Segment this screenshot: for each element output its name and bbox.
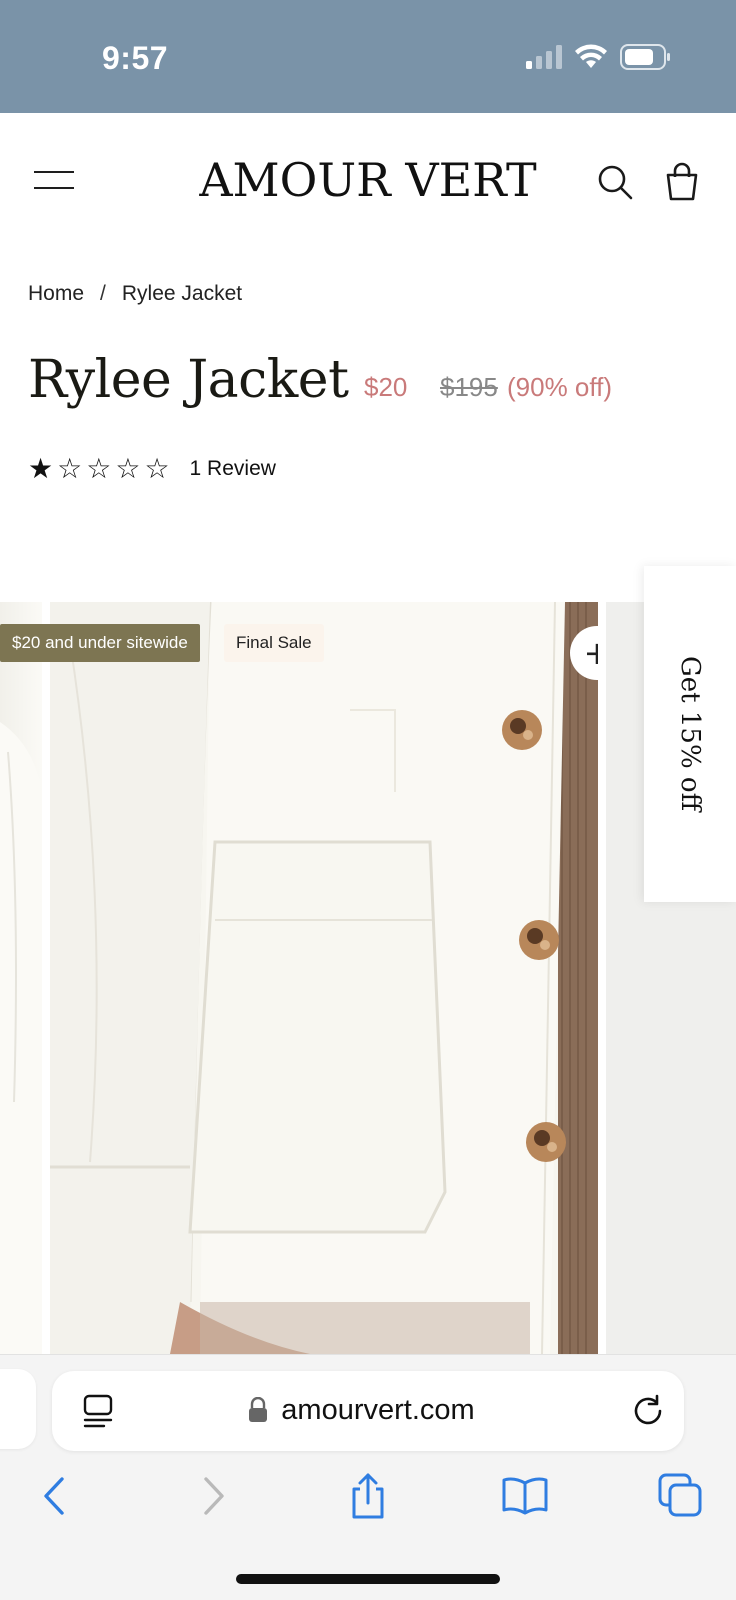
share-icon[interactable] [343,1471,393,1521]
tabs-icon[interactable] [656,1471,706,1521]
original-price: $195 [440,372,498,402]
breadcrumb-current: Rylee Jacket [121,282,243,305]
jacket-sleeve-image [0,722,42,1354]
address-bar[interactable]: amourvert.com [52,1371,684,1451]
review-count[interactable]: 1 Review [190,457,276,481]
discount-tab[interactable]: Get 15% off [644,566,736,902]
forward-icon[interactable] [188,1471,238,1521]
back-icon[interactable] [30,1471,80,1521]
star-empty-icon: ☆ [115,452,141,485]
browser-toolbar: amourvert.com [0,1354,736,1600]
star-empty-icon: ☆ [86,452,112,485]
sale-price: $20 [364,372,408,402]
browser-nav-row [0,1471,736,1531]
previous-tab-preview[interactable] [0,1369,36,1449]
status-icons [526,44,672,70]
reload-icon[interactable] [630,1393,666,1429]
product-gallery[interactable]: + $20 and under sitewide Final Sale [0,602,736,1354]
breadcrumb-separator: / [100,282,106,305]
final-sale-badge: Final Sale [224,624,324,662]
url-text: amourvert.com [281,1394,475,1426]
promo-badge: $20 and under sitewide [0,624,200,662]
battery-icon [620,44,670,70]
rating[interactable]: ★ ☆ ☆ ☆ ☆ 1 Review [28,455,276,483]
signal-icon [526,45,562,69]
wifi-icon [575,44,607,68]
status-time: 9:57 [102,40,169,76]
bookmarks-icon[interactable] [500,1471,550,1521]
shopping-bag-icon[interactable] [662,161,702,203]
plus-icon: + [583,634,598,672]
star-empty-icon: ☆ [144,452,170,485]
previous-image[interactable] [0,602,42,1354]
breadcrumb: Home / Rylee Jacket [28,282,242,306]
star-filled-icon: ★ [28,452,54,485]
search-icon[interactable] [596,163,634,201]
discount-tab-label: Get 15% off [675,656,705,812]
screen: 9:57 AMOUR VERT Home / Rylee Jacket Ryle… [0,0,736,1600]
product-title: Rylee Jacket [28,350,349,410]
discount-label: (90% off) [507,372,613,402]
main-product-image[interactable]: + [50,602,598,1354]
site-header: AMOUR VERT [0,113,736,253]
breadcrumb-home[interactable]: Home [28,282,84,306]
star-empty-icon: ☆ [57,452,83,485]
home-indicator[interactable] [236,1574,500,1584]
status-bar: 9:57 [0,0,736,113]
jacket-photo [50,602,598,1354]
